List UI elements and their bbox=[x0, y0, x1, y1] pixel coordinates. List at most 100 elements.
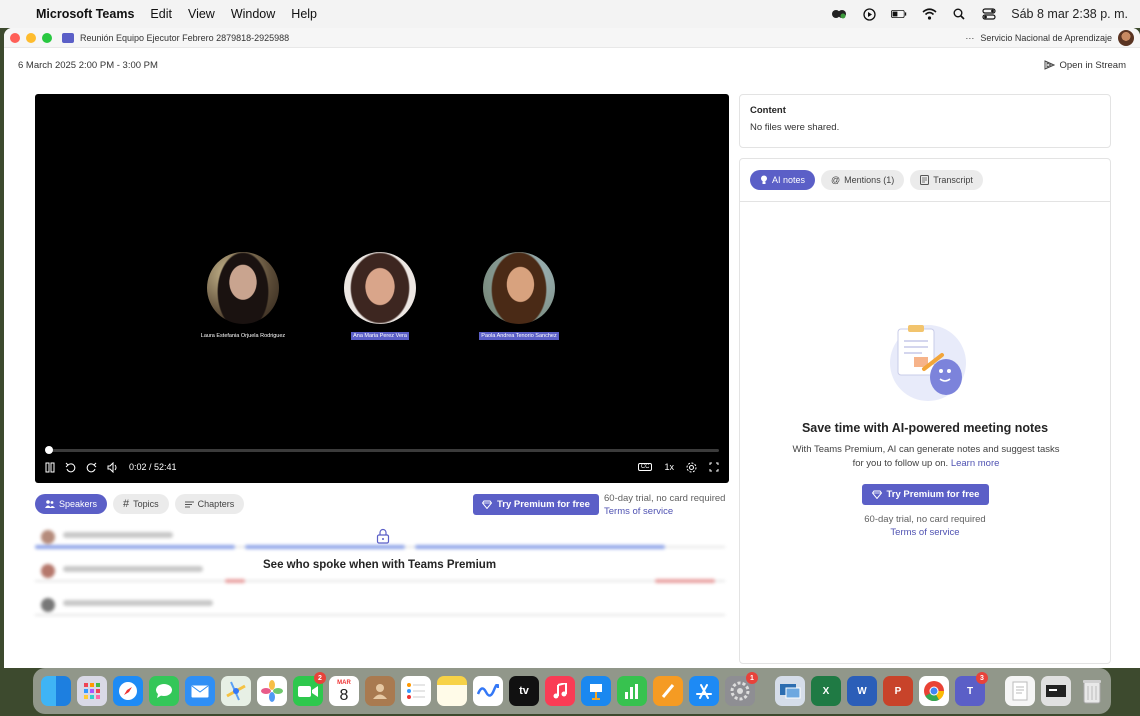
launchpad-icon[interactable] bbox=[77, 676, 107, 706]
open-in-stream-link[interactable]: Open in Stream bbox=[1044, 60, 1126, 71]
user-avatar[interactable] bbox=[1118, 29, 1134, 46]
menu-view[interactable]: View bbox=[188, 7, 215, 21]
at-icon: @ bbox=[831, 175, 841, 185]
notes-icon[interactable] bbox=[437, 676, 467, 706]
captions-icon[interactable]: CC bbox=[637, 463, 653, 471]
menu-clock[interactable]: Sáb 8 mar 2:38 p. m. bbox=[1011, 7, 1128, 21]
reminders-icon[interactable] bbox=[401, 676, 431, 706]
menu-edit[interactable]: Edit bbox=[150, 7, 172, 21]
excel-icon[interactable]: X bbox=[811, 676, 841, 706]
powerpoint-icon[interactable]: P bbox=[883, 676, 913, 706]
safari-icon[interactable] bbox=[113, 676, 143, 706]
progress-knob[interactable] bbox=[45, 446, 53, 454]
calendar-icon[interactable]: MAR 8 bbox=[329, 676, 359, 706]
pause-icon[interactable] bbox=[45, 462, 55, 473]
more-options-icon[interactable]: ··· bbox=[965, 33, 974, 43]
creative-cloud-icon[interactable] bbox=[831, 7, 847, 21]
keynote-icon[interactable] bbox=[581, 676, 611, 706]
learn-more-link[interactable]: Learn more bbox=[951, 458, 1000, 469]
list-icon bbox=[184, 501, 194, 507]
finder-icon[interactable] bbox=[41, 676, 71, 706]
photos-icon[interactable] bbox=[257, 676, 287, 706]
participant-tile: Paola Andrea Tenorio Sanchez bbox=[459, 252, 579, 342]
video-progress-bar[interactable] bbox=[45, 446, 719, 454]
maps-icon[interactable] bbox=[221, 676, 251, 706]
notes-panel: AI notes @ Mentions (1) Transcript Save … bbox=[739, 158, 1111, 664]
try-premium-button[interactable]: Try Premium for free bbox=[473, 494, 599, 515]
microsoft-teams-icon[interactable]: T 3 bbox=[955, 672, 988, 706]
menu-window[interactable]: Window bbox=[231, 7, 275, 21]
participant-avatar bbox=[483, 252, 555, 324]
forward-icon[interactable] bbox=[86, 462, 97, 473]
tab-speakers[interactable]: Speakers bbox=[35, 494, 108, 514]
freeform-icon[interactable] bbox=[473, 676, 503, 706]
facetime-badge: 2 bbox=[314, 672, 326, 684]
contacts-icon[interactable] bbox=[365, 676, 395, 706]
trial-text: 60-day trial, no card required bbox=[604, 493, 726, 504]
participant-avatar bbox=[207, 252, 279, 324]
tab-transcript[interactable]: Transcript bbox=[910, 170, 983, 190]
mail-icon[interactable] bbox=[185, 676, 215, 706]
trash-icon[interactable] bbox=[1077, 676, 1107, 706]
system-settings-icon[interactable]: 1 bbox=[725, 672, 758, 706]
messages-icon[interactable] bbox=[149, 676, 179, 706]
calendar-month: MAR bbox=[337, 679, 351, 686]
video-player[interactable]: Laura Estefania Orjuela Rodriguez Ana Ma… bbox=[35, 94, 729, 483]
recording-date-range: 6 March 2025 2:00 PM - 3:00 PM bbox=[18, 59, 158, 71]
close-window-button[interactable] bbox=[10, 32, 20, 43]
menu-help[interactable]: Help bbox=[291, 7, 317, 21]
wifi-icon[interactable] bbox=[921, 7, 937, 21]
zoom-window-button[interactable] bbox=[42, 32, 52, 43]
tab-ai-notes[interactable]: AI notes bbox=[750, 170, 816, 190]
playback-speed[interactable]: 1x bbox=[664, 462, 674, 472]
apple-tv-icon[interactable]: tv bbox=[509, 676, 539, 706]
facetime-icon[interactable]: 2 bbox=[293, 672, 326, 706]
lock-icon bbox=[376, 528, 390, 544]
tab-mentions[interactable]: @ Mentions (1) bbox=[821, 170, 905, 190]
ai-notes-illustration bbox=[890, 325, 966, 401]
ai-notes-description-text: With Teams Premium, AI can generate note… bbox=[792, 444, 1060, 469]
macos-dock: 2 MAR 8 tv 1 X W P T 3 bbox=[33, 668, 1111, 714]
numbers-icon[interactable] bbox=[617, 676, 647, 706]
system-settings-badge: 1 bbox=[746, 672, 758, 684]
tab-topics[interactable]: # Topics bbox=[113, 494, 169, 514]
volume-icon[interactable] bbox=[107, 461, 119, 473]
teams-logo-icon bbox=[62, 32, 74, 43]
minimize-window-button[interactable] bbox=[26, 32, 36, 43]
menu-app-name[interactable]: Microsoft Teams bbox=[36, 7, 134, 21]
fullscreen-icon[interactable] bbox=[709, 462, 719, 472]
document-stack-icon[interactable] bbox=[1005, 676, 1035, 706]
rewind-icon[interactable] bbox=[65, 462, 76, 473]
battery-icon[interactable] bbox=[891, 7, 907, 21]
apple-tv-label: tv bbox=[519, 685, 529, 697]
tab-chapters[interactable]: Chapters bbox=[174, 494, 245, 514]
word-icon[interactable]: W bbox=[847, 676, 877, 706]
content-empty-text: No files were shared. bbox=[750, 122, 840, 133]
hashtag-icon: # bbox=[123, 498, 130, 510]
screen-sharing-icon[interactable] bbox=[775, 676, 805, 706]
media-play-icon[interactable] bbox=[861, 7, 877, 21]
participant-avatar bbox=[344, 252, 416, 324]
tab-transcript-label: Transcript bbox=[933, 175, 973, 185]
ai-notes-terms-link[interactable]: Terms of service bbox=[740, 526, 1110, 539]
ai-notes-try-premium-button[interactable]: Try Premium for free bbox=[862, 484, 989, 505]
participant-name: Paola Andrea Tenorio Sanchez bbox=[479, 332, 559, 340]
control-center-icon[interactable] bbox=[981, 7, 997, 21]
chrome-icon[interactable] bbox=[919, 676, 949, 706]
premium-upsell-text: See who spoke when with Teams Premium bbox=[263, 559, 497, 571]
terms-of-service-link[interactable]: Terms of service bbox=[604, 505, 725, 518]
ai-notes-try-premium-label: Try Premium for free bbox=[886, 489, 980, 500]
ai-notes-title: Save time with AI-powered meeting notes bbox=[801, 421, 1049, 435]
calendar-day: 8 bbox=[339, 686, 349, 704]
stream-icon bbox=[1044, 60, 1056, 70]
transcript-icon bbox=[920, 175, 930, 185]
organization-name: Servicio Nacional de Aprendizaje bbox=[980, 32, 1112, 43]
screenshot-stack-icon[interactable] bbox=[1041, 676, 1071, 706]
settings-gear-icon[interactable] bbox=[686, 462, 697, 473]
app-store-icon[interactable] bbox=[689, 676, 719, 706]
pages-icon[interactable] bbox=[653, 676, 683, 706]
music-icon[interactable] bbox=[545, 676, 575, 706]
recording-header: 6 March 2025 2:00 PM - 3:00 PM Open in S… bbox=[4, 48, 1140, 82]
spotlight-search-icon[interactable] bbox=[951, 7, 967, 21]
tab-ai-notes-label: AI notes bbox=[772, 175, 806, 185]
